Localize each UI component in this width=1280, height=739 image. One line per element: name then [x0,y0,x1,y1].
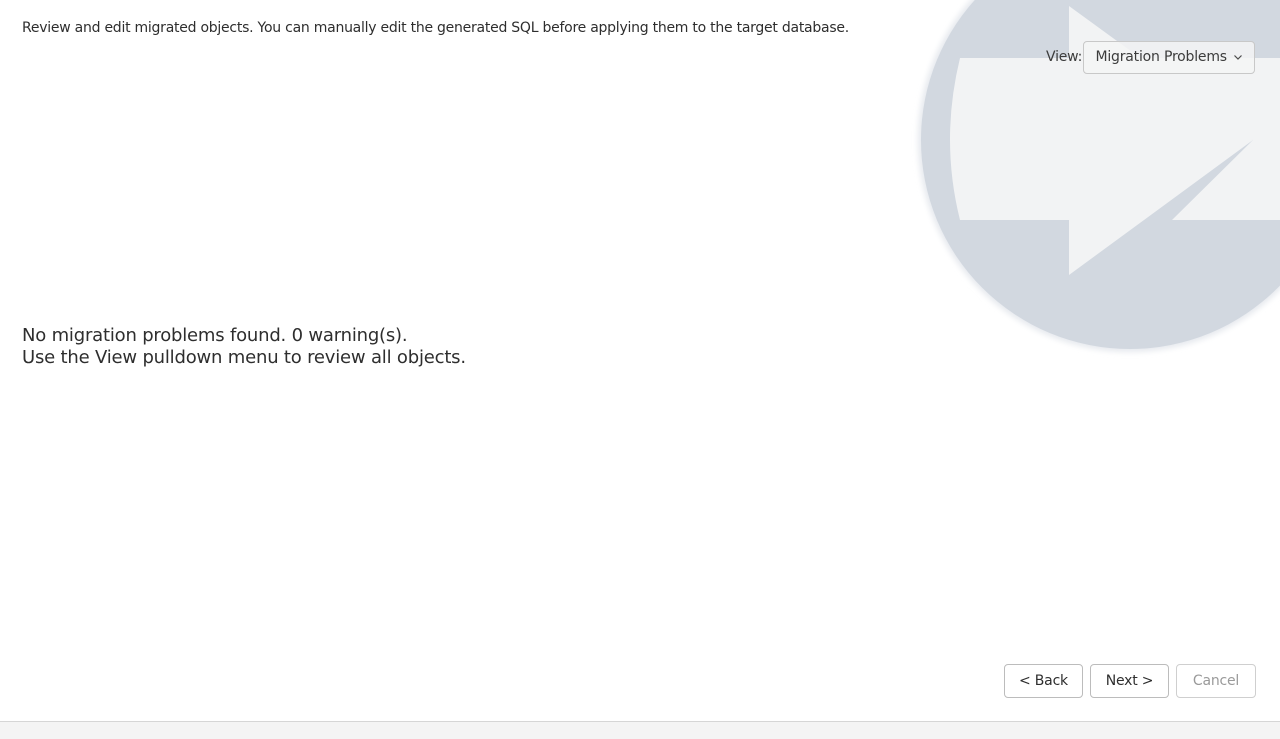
chevron-down-icon [1233,55,1242,60]
next-button[interactable]: Next > [1090,664,1169,698]
footer-bar [0,721,1280,739]
status-line-problems: No migration problems found. 0 warning(s… [22,325,408,346]
view-dropdown-value: Migration Problems [1095,49,1227,65]
status-line-hint: Use the View pulldown menu to review all… [22,347,466,368]
view-control: View: Migration Problems [1046,40,1256,74]
cancel-button[interactable]: Cancel [1176,664,1256,698]
back-button[interactable]: < Back [1004,664,1083,698]
migration-wizard-page: Review and edit migrated objects. You ca… [0,0,1280,739]
view-dropdown[interactable]: Migration Problems [1083,40,1256,74]
status-message: No migration problems found. 0 warning(s… [22,325,466,369]
migration-arrow-logo-icon [918,0,1280,352]
page-instructions: Review and edit migrated objects. You ca… [22,20,849,36]
view-label: View: [1046,49,1083,65]
